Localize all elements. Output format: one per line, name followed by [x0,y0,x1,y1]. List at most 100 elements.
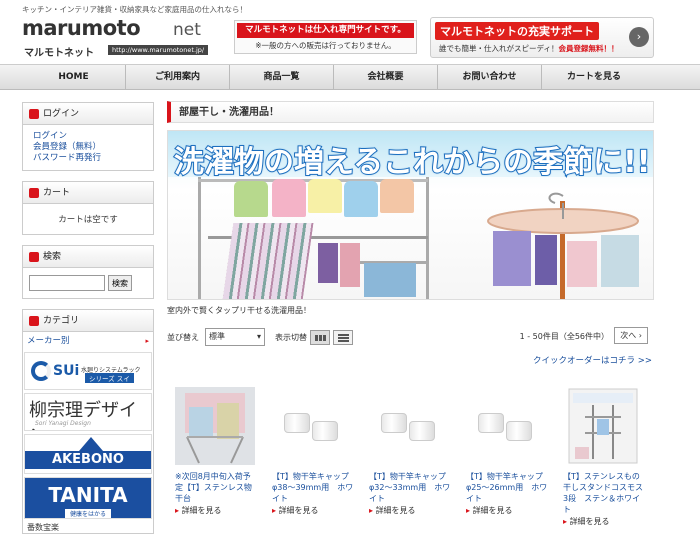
sort-bar: 並び替え 標準 表示切替 1 - 50件目（全56件中） 次へ › [167,327,654,347]
product-name[interactable]: 【T】物干竿キャップ φ38～39mm用 ホワイト [272,471,357,504]
site-logo[interactable]: marumoto net マルモトネット http://www.marumoto… [22,16,222,60]
product-card: 【T】物干竿キャップ φ25～26mm用 ホワイト 詳細を見る [458,387,555,527]
support-banner[interactable]: マルモトネットの充実サポート 誰でも簡単・仕入れがスピーディ！会員登録無料！！ … [430,17,654,58]
view-label: 表示切替 [275,332,307,342]
square-bullet-icon [29,252,39,262]
category-heading: カテゴリ [23,310,153,332]
arrow-right-icon: ▸ [145,337,149,345]
search-input[interactable] [29,275,105,291]
product-detail-link[interactable]: 詳細を見る [369,505,458,516]
sort-select[interactable]: 標準 [205,328,265,346]
brand-yanagi[interactable]: 柳宗理デザイン Sori Yanagi Design [24,393,152,431]
nav-products[interactable]: 商品一覧 [230,65,334,89]
logo-net: net [173,20,201,40]
maker-category[interactable]: メーカー別 ▸ [23,332,153,350]
towel-image [222,223,314,299]
quick-order-link[interactable]: クイックオーダーはコチラ >> [533,356,652,366]
pole-cap-image [478,413,504,433]
clip-hanger-image [483,191,643,291]
product-card: 【T】物干竿キャップ φ32～33mm用 ホワイト 詳細を見る [361,387,458,527]
drying-rack-image [175,387,255,465]
support-sub-bold: 会員登録無料！！ [558,44,619,53]
notice-title: マルモトネットは仕入れ専門サイトです。 [237,23,414,38]
product-image[interactable] [466,387,546,465]
clothes-image [364,263,416,297]
shirt-image [234,181,268,217]
notice-sub: ※一般の方への販売は行っておりません。 [255,41,396,50]
login-box: ログイン ログイン 会員登録（無料） パスワード再発行 [22,102,154,171]
banner-text: 洗濯物の増えるこれからの季節に!! [173,144,651,181]
product-detail-link[interactable]: 詳細を見る [175,505,264,516]
brand-sui-tag: シリーズ スイ [85,373,134,383]
sidebar-more-item[interactable]: 番数宝楽 [23,522,153,533]
product-detail-link[interactable]: 詳細を見る [466,505,555,516]
product-grid: ※次回8月中旬入荷予定【T】ステンレス物干台 詳細を見る 【T】物干竿キャップ … [167,387,654,527]
chevron-right-icon: › [629,27,649,47]
search-box: 検索 検索 [22,245,154,299]
pole-cap-image [409,421,435,441]
brand-tanita[interactable]: TANITA 健康をはかる [24,477,152,519]
logo-kana: マルモトネット [24,48,94,59]
pole-cap-image [381,413,407,433]
nav-guide[interactable]: ご利用案内 [126,65,230,89]
search-button[interactable]: 検索 [108,275,132,291]
category-description: 室内外で賢くタップリ干せる洗濯用品！ [167,306,311,315]
register-link[interactable]: 会員登録（無料） [33,142,143,153]
product-image[interactable] [563,387,643,465]
list-view-button[interactable] [333,329,353,345]
sidebar: ログイン ログイン 会員登録（無料） パスワード再発行 カート カートは空です … [22,102,154,544]
login-heading: ログイン [23,103,153,125]
clothes-image [318,243,338,283]
cart-title: カート [43,188,71,198]
rack-pole [198,177,201,299]
sui-logo-icon [31,361,51,381]
support-sub: 誰でも簡単・仕入れがスピーディ！会員登録無料！！ [439,43,618,54]
product-name[interactable]: 【T】物干竿キャップ φ25～26mm用 ホワイト [466,471,551,504]
search-row: 検索 [23,268,153,298]
product-detail-link[interactable]: 詳細を見る [563,516,652,527]
product-image[interactable] [272,387,352,465]
logo-url: http://www.marumotonet.jp/ [108,45,209,55]
support-title: マルモトネットの充実サポート [435,22,599,40]
sort-label: 並び替え [167,332,199,342]
nav-cart[interactable]: カートを見る [542,65,646,89]
brand-akebono-name: AKEBONO [25,451,151,469]
nav-home[interactable]: HOME [22,65,126,89]
nav-company[interactable]: 会社概要 [334,65,438,89]
page-title: 部屋干し・洗濯用品！ [167,101,654,123]
next-page-button[interactable]: 次へ › [614,327,648,344]
logo-wordmark: marumoto [22,16,141,40]
nav-contact[interactable]: お問い合わせ [438,65,542,89]
grid-view-button[interactable] [310,329,330,345]
pole-cap-image [284,413,310,433]
quick-order-link-row: クイックオーダーはコチラ >> [167,354,654,366]
list-icon [338,333,349,342]
password-reset-link[interactable]: パスワード再発行 [33,153,143,164]
product-image[interactable] [369,387,449,465]
product-name[interactable]: 【T】物干竿キャップ φ32～33mm用 ホワイト [369,471,454,504]
brand-sui-name: SUi [53,363,80,379]
wholesale-notice: マルモトネットは仕入れ専門サイトです。 ※一般の方への販売は行っておりません。 [234,20,417,54]
main-content: 部屋干し・洗濯用品！ 洗濯物の増えるこれからの季節に!! 室内外で賢くタップリ干… [167,101,654,527]
product-name[interactable]: ※次回8月中旬入荷予定【T】ステンレス物干台 [175,471,257,504]
product-card: ※次回8月中旬入荷予定【T】ステンレス物干台 詳細を見る [167,387,264,527]
maker-label: メーカー別 [27,336,70,346]
header-tagline: キッチン・インテリア雑貨・収納家具など家庭用品の仕入れなら！ [22,5,247,14]
login-link[interactable]: ログイン [33,131,143,142]
grid-icon [315,334,326,341]
cart-box: カート カートは空です [22,181,154,235]
brand-sui[interactable]: SUi 水廻りシステムラック シリーズ スイ [24,352,152,390]
category-box: カテゴリ メーカー別 ▸ SUi 水廻りシステムラック シリーズ スイ 柳宗理デザ… [22,309,154,534]
brand-akebono[interactable]: AKEBONO [24,434,152,474]
pole-cap-image [312,421,338,441]
campaign-banner: 洗濯物の増えるこれからの季節に!! [167,130,654,300]
result-count: 1 - 50件目（全56件中） [519,332,609,341]
clip-hanger-svg [487,192,639,287]
product-detail-link[interactable]: 詳細を見る [272,505,361,516]
product-name[interactable]: 【T】ステンレスもの干しスタンドコスモス3段 ステン＆ホワイト [563,471,645,515]
brand-tanita-sub: 健康をはかる [65,509,111,518]
product-card: 【T】物干竿キャップ φ38～39mm用 ホワイト 詳細を見る [264,387,361,527]
product-image[interactable] [175,387,255,465]
shirt-image [308,179,342,213]
product-card: 【T】ステンレスもの干しスタンドコスモス3段 ステン＆ホワイト 詳細を見る [555,387,652,527]
